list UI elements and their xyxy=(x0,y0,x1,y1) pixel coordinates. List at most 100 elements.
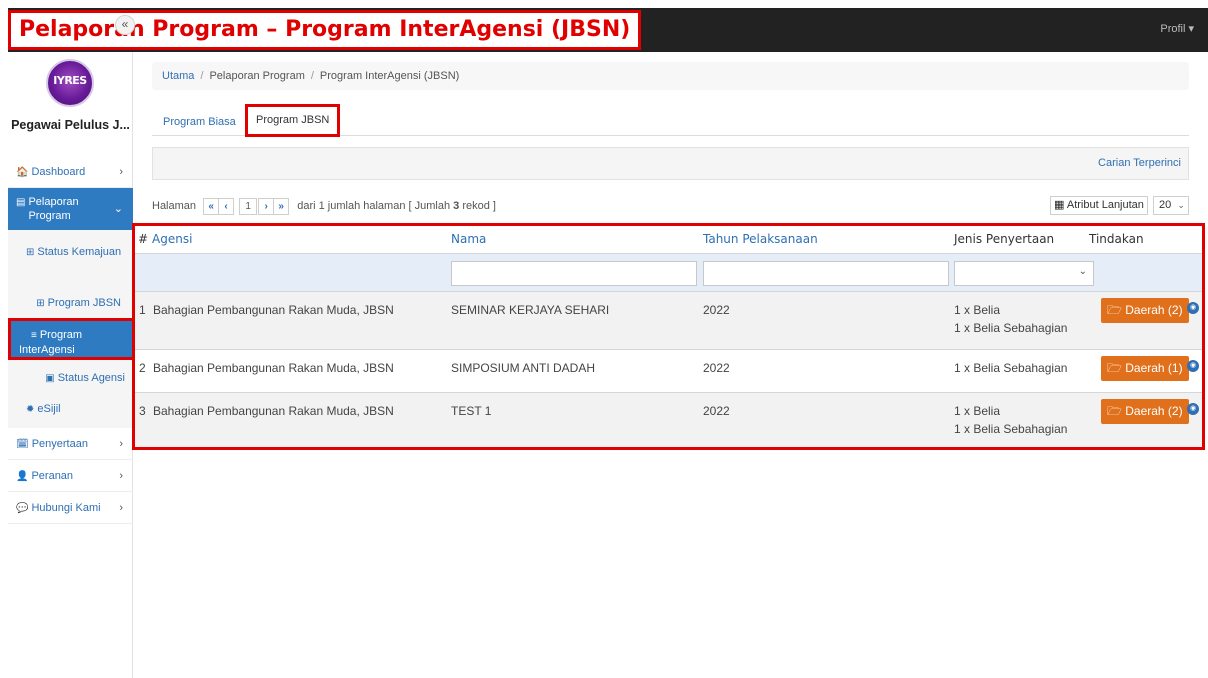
sidebar-subitem-program-jbsn[interactable]: ⊞ Program JBSN xyxy=(8,288,133,318)
sidebar-subitem-status-agensi[interactable]: ▣ Status Agensi xyxy=(8,360,133,396)
sidebar-subitem-program-interagensi[interactable]: ≡ Program InterAgensi xyxy=(8,318,137,360)
sidebar-subitem-label: Program JBSN xyxy=(47,297,121,309)
logo-text: IYRES xyxy=(53,74,87,87)
table-row: 2 Bahagian Pembangunan Rakan Muda, JBSN … xyxy=(135,349,1202,392)
page-number-input[interactable]: 1 xyxy=(239,197,258,215)
breadcrumb-separator: / xyxy=(310,70,314,82)
view-icon[interactable]: ◉ xyxy=(1187,302,1199,314)
row-nama: TEST 1 xyxy=(451,404,492,418)
grid-icon: ▦ xyxy=(1054,199,1065,211)
pelaporan-submenu: ⊞ Status Kemajuan ⊞ Program JBSN ≡ Program … xyxy=(8,230,137,428)
row-nama: SEMINAR KERJAYA SEHARI xyxy=(451,303,610,317)
record-count: 3 xyxy=(453,200,460,212)
chevron-right-icon: › xyxy=(119,437,123,450)
id-card-icon: ▣ xyxy=(45,373,55,384)
filter-row: ⌄ xyxy=(135,253,1202,291)
folder-icon: 🗁 xyxy=(1107,361,1122,375)
advanced-attributes-button[interactable]: ▦ Atribut Lanjutan xyxy=(1050,196,1148,215)
prev-page-button[interactable]: ‹ xyxy=(218,197,235,215)
chevron-down-icon: ⌄ xyxy=(1078,266,1087,277)
sidebar-item-pelaporan-program[interactable]: ▤ Pelaporan Program ⌄ xyxy=(8,188,133,230)
sidebar-subitem-status-kemajuan[interactable]: ⊞ Status Kemajuan xyxy=(8,230,133,288)
row-agensi: Bahagian Pembangunan Rakan Muda, JBSN xyxy=(153,404,394,418)
tahun-filter-input[interactable] xyxy=(703,261,949,286)
sidebar-item-label: Pelaporan Program xyxy=(28,196,79,222)
certificate-icon: ✹ xyxy=(26,404,35,415)
profile-menu[interactable]: Profil ▾ xyxy=(1160,22,1194,35)
row-agensi: Bahagian Pembangunan Rakan Muda, JBSN xyxy=(153,361,394,375)
chevron-right-icon: › xyxy=(119,469,123,482)
table-icon: ⊞ xyxy=(36,298,45,309)
tab-bar: Program Biasa Program JBSN xyxy=(152,104,1189,137)
program-table: # Agensi Nama Tahun Pelaksanaan Jenis Pe… xyxy=(132,223,1205,450)
advanced-search-link[interactable]: Carian Terperinci xyxy=(1098,148,1181,179)
breadcrumb-separator: / xyxy=(200,70,204,82)
sidebar-item-label: Hubungi Kami xyxy=(31,502,101,514)
sidebar: IYRES Pegawai Pelulus J... 🏠 Dashboard › … xyxy=(8,52,137,678)
sidebar-subitem-esijil[interactable]: ✹ eSijil xyxy=(8,396,133,428)
row-jenis: 1 x Belia 1 x Belia Sebahagian xyxy=(954,404,1068,436)
search-panel: Carian Terperinci xyxy=(152,147,1189,180)
report-icon: ▤ xyxy=(16,197,26,208)
last-page-button[interactable]: » xyxy=(273,197,290,215)
column-nama[interactable]: Nama xyxy=(451,226,486,252)
pagination-info-suffix: rekod ] xyxy=(462,200,496,212)
folder-icon: 🗁 xyxy=(1107,303,1122,317)
row-index: 3 xyxy=(139,404,146,418)
user-name: Pegawai Pelulus J... xyxy=(11,118,130,132)
daerah-button[interactable]: 🗁 Daerah (2) xyxy=(1101,399,1189,424)
row-tahun: 2022 xyxy=(703,361,730,375)
chevron-down-icon: ⌄ xyxy=(113,203,123,215)
daerah-button[interactable]: 🗁 Daerah (1) xyxy=(1101,356,1189,381)
column-agensi[interactable]: Agensi xyxy=(152,226,192,252)
chat-icon: 💬 xyxy=(16,503,29,514)
column-index: # xyxy=(138,232,149,246)
sidebar-subitem-label: Status Kemajuan xyxy=(37,246,122,258)
sidebar-item-hubungi-kami[interactable]: 💬 Hubungi Kami › xyxy=(8,492,133,524)
user-icon: 👤 xyxy=(16,471,29,482)
sidebar-item-label: Penyertaan xyxy=(31,438,88,450)
sidebar-subitem-label: eSijil xyxy=(37,403,61,415)
breadcrumb-home[interactable]: Utama xyxy=(162,70,194,82)
sidebar-item-penyertaan[interactable]: 🗓 Penyertaan › xyxy=(8,428,133,460)
breadcrumb: Utama / Pelaporan Program / Program InterAge… xyxy=(152,62,1189,90)
row-jenis: 1 x Belia Sebahagian xyxy=(954,361,1068,375)
sidebar-nav: 🏠 Dashboard › ▤ Pelaporan Program ⌄ ⊞ Statu… xyxy=(8,156,137,524)
folder-icon: 🗁 xyxy=(1107,404,1122,418)
row-tahun: 2022 xyxy=(703,404,730,418)
row-agensi: Bahagian Pembangunan Rakan Muda, JBSN xyxy=(153,303,394,317)
first-page-button[interactable]: « xyxy=(203,197,220,215)
row-jenis: 1 x Belia 1 x Belia Sebahagian xyxy=(954,303,1068,335)
view-icon[interactable]: ◉ xyxy=(1187,360,1199,372)
page-size-select[interactable]: 20 ⌄ xyxy=(1153,196,1189,215)
row-index: 1 xyxy=(139,303,146,317)
view-icon[interactable]: ◉ xyxy=(1187,403,1199,415)
page-heading: Pelaporan Program – Program InterAgensi … xyxy=(8,10,642,50)
chevron-down-icon: ⌄ xyxy=(1177,200,1185,210)
daerah-button[interactable]: 🗁 Daerah (2) xyxy=(1101,298,1189,323)
page-size-value: 20 xyxy=(1159,199,1172,211)
column-jenis: Jenis Penyertaan xyxy=(954,232,1055,246)
nama-filter-input[interactable] xyxy=(451,261,697,286)
table-icon: ⊞ xyxy=(26,247,35,258)
column-tahun[interactable]: Tahun Pelaksanaan xyxy=(703,226,818,252)
home-icon: 🏠 xyxy=(16,167,29,178)
sidebar-item-label: Dashboard xyxy=(31,166,86,178)
next-page-button[interactable]: › xyxy=(258,197,275,215)
sidebar-item-dashboard[interactable]: 🏠 Dashboard › xyxy=(8,156,133,188)
sidebar-subitem-label: Status Agensi xyxy=(57,372,125,384)
table-row: 3 Bahagian Pembangunan Rakan Muda, JBSN … xyxy=(135,392,1202,447)
pagination-info: dari 1 jumlah halaman [ Jumlah xyxy=(297,200,451,212)
table-header: # Agensi Nama Tahun Pelaksanaan Jenis Pe… xyxy=(135,226,1202,253)
sidebar-item-peranan[interactable]: 👤 Peranan › xyxy=(8,460,133,492)
tab-program-biasa[interactable]: Program Biasa xyxy=(163,108,236,136)
daerah-button-label: Daerah (2) xyxy=(1125,303,1183,317)
pagination-label: Halaman xyxy=(152,200,197,212)
column-tindakan: Tindakan xyxy=(1089,232,1144,246)
tab-program-jbsn[interactable]: Program JBSN xyxy=(245,104,341,137)
breadcrumb-level1[interactable]: Pelaporan Program xyxy=(209,70,304,82)
jenis-filter-select[interactable]: ⌄ xyxy=(954,261,1094,286)
row-index: 2 xyxy=(139,361,146,375)
chevron-right-icon: › xyxy=(119,165,123,178)
sidebar-collapse-button[interactable]: « xyxy=(115,15,135,35)
